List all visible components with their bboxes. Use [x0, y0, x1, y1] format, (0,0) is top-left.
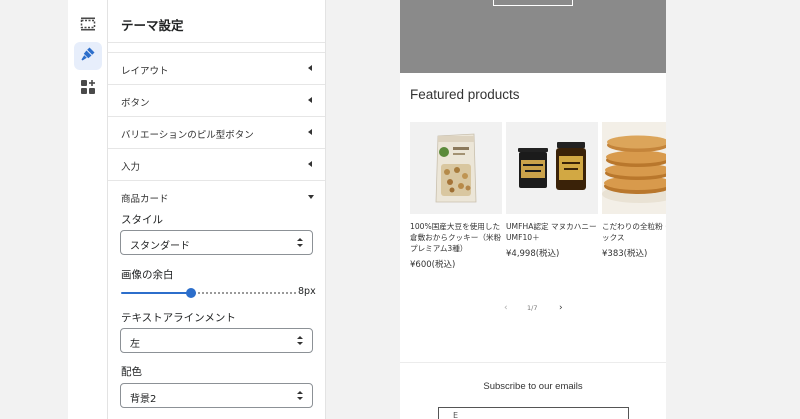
editor-icon-rail — [68, 0, 108, 419]
image-padding-label: 画像の余白 — [121, 269, 174, 281]
style-select-value: スタンダード — [130, 241, 190, 252]
product-price: ¥4,998(税込) — [506, 249, 560, 259]
panel-title: テーマ設定 — [121, 18, 184, 33]
newsletter-title: Subscribe to our emails — [483, 381, 583, 392]
section-variant-pills[interactable]: バリエーションのピル型ボタン — [108, 116, 325, 148]
chevron-left-icon — [308, 97, 312, 103]
slider-track — [191, 292, 296, 294]
select-caret-icon — [297, 238, 303, 248]
product-name[interactable]: こだわりの全粒粉 ーキミックス — [602, 221, 666, 243]
section-layout[interactable]: レイアウト — [108, 52, 325, 84]
sections-button[interactable] — [74, 11, 102, 39]
slide-counter: 1/7 — [527, 304, 538, 312]
featured-products-title: Featured products — [410, 87, 520, 102]
chevron-left-icon — [308, 161, 312, 167]
style-label: スタイル — [121, 214, 163, 226]
image-padding-slider[interactable] — [121, 287, 296, 299]
slider-thumb[interactable] — [186, 288, 196, 298]
hero-banner — [400, 0, 666, 73]
section-label: レイアウト — [121, 66, 169, 77]
color-scheme-label: 配色 — [121, 366, 142, 378]
theme-settings-panel: テーマ設定 レイアウト ボタン バリエーションのピル型ボタン 入力 商品カード … — [108, 0, 326, 419]
product-price: ¥383(税込) — [602, 249, 648, 259]
slider-fill — [121, 292, 191, 294]
slider-pagination: ‹ 1/7 › — [500, 303, 570, 315]
storefront-preview: Featured products 100%国産大豆を使用した倉敷おからクッキー… — [400, 0, 666, 419]
sections-icon — [80, 16, 96, 35]
theme-settings-button[interactable] — [74, 42, 102, 70]
text-alignment-select[interactable]: 左 — [120, 328, 313, 353]
email-placeholder: E — [453, 411, 459, 419]
color-scheme-select-value: 背景2 — [130, 394, 157, 405]
color-scheme-select[interactable]: 背景2 — [120, 383, 313, 408]
image-padding-value: 8px — [298, 286, 316, 297]
app-blocks-icon — [80, 79, 96, 99]
section-label: バリエーションのピル型ボタン — [121, 130, 254, 141]
chevron-left-icon — [308, 65, 312, 71]
product-image-pancakes[interactable] — [602, 122, 666, 214]
previous-slide-button[interactable]: ‹ — [504, 303, 508, 313]
hero-button[interactable] — [493, 0, 573, 6]
section-label: 入力 — [121, 162, 141, 173]
section-buttons[interactable]: ボタン — [108, 84, 325, 116]
app-blocks-button[interactable] — [74, 75, 102, 103]
style-select[interactable]: スタンダード — [120, 230, 313, 255]
chevron-left-icon — [308, 129, 312, 135]
panel-header-divider — [108, 42, 325, 43]
newsletter-email-input[interactable]: E — [438, 407, 629, 419]
select-caret-icon — [297, 336, 303, 346]
theme-settings-icon — [80, 46, 96, 66]
select-caret-icon — [297, 391, 303, 401]
section-divider — [400, 362, 666, 363]
section-inputs[interactable]: 入力 — [108, 148, 325, 180]
product-image-cookie-bag[interactable] — [410, 122, 502, 214]
product-card[interactable]: 100%国産大豆を使用した倉敷おからクッキー（米粉プレミアム3種） ¥600(税… — [410, 122, 504, 270]
next-slide-button[interactable]: › — [559, 303, 563, 313]
section-product-card[interactable]: 商品カード — [108, 180, 325, 206]
text-alignment-select-value: 左 — [130, 339, 140, 350]
product-card[interactable]: こだわりの全粒粉 ーキミックス ¥383(税込) — [602, 122, 666, 259]
product-name[interactable]: 100%国産大豆を使用した倉敷おからクッキー（米粉プレミアム3種） — [410, 221, 502, 254]
text-alignment-label: テキストアラインメント — [121, 312, 236, 324]
product-card[interactable]: UMFHA認定 マヌカハニー UMF10＋ ¥4,998(税込) — [506, 122, 600, 259]
chevron-down-icon — [308, 195, 314, 199]
product-name[interactable]: UMFHA認定 マヌカハニー UMF10＋ — [506, 221, 598, 243]
section-label: 商品カード — [121, 194, 169, 205]
product-price: ¥600(税込) — [410, 260, 456, 270]
product-image-manuka-honey[interactable] — [506, 122, 598, 214]
section-label: ボタン — [121, 98, 150, 109]
theme-editor: テーマ設定 レイアウト ボタン バリエーションのピル型ボタン 入力 商品カード … — [0, 0, 800, 419]
